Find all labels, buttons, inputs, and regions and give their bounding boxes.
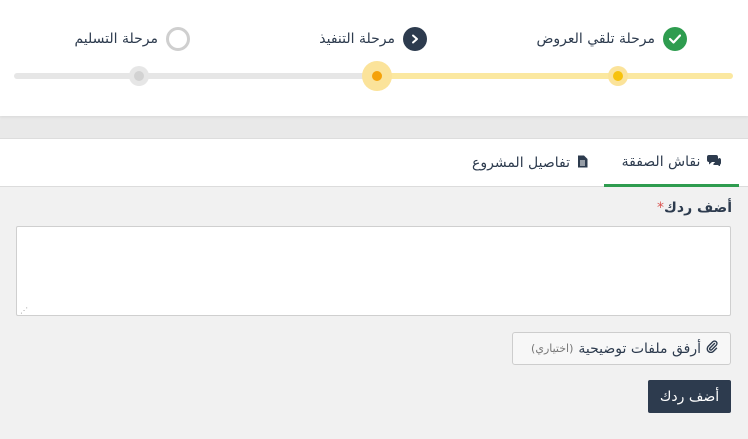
step-execution: مرحلة التنفيذ [319, 27, 427, 51]
step-offers-label: مرحلة تلقي العروض [536, 31, 655, 47]
project-stage-stepper: مرحلة تلقي العروض مرحلة التنفيذ مرحلة ال… [0, 0, 748, 116]
tab-deal-discussion[interactable]: نقاش الصفقة [604, 139, 739, 187]
required-mark: * [657, 200, 665, 216]
tab-project-details[interactable]: تفاصيل المشروع [465, 139, 595, 187]
reply-field-label: أضف ردك* [657, 200, 732, 216]
step-offers: مرحلة تلقي العروض [536, 27, 687, 51]
progress-track-completed [377, 73, 733, 79]
chevron-left-icon [403, 27, 427, 51]
reply-label-text: أضف ردك [664, 200, 732, 216]
attach-optional-hint: (اختياري) [531, 342, 574, 355]
step-delivery: مرحلة التسليم [74, 27, 190, 51]
attach-files-label: أرفق ملفات توضيحية [578, 340, 701, 357]
step-delivery-label: مرحلة التسليم [74, 31, 158, 47]
deal-panel: نقاش الصفقة تفاصيل المشروع أضف ردك* ⋰ أر… [0, 138, 748, 439]
step-execution-label: مرحلة التنفيذ [319, 31, 395, 47]
tabs-bar: نقاش الصفقة تفاصيل المشروع [0, 139, 748, 187]
reply-textarea[interactable] [16, 226, 731, 316]
progress-node-execution [362, 61, 392, 91]
tab-project-details-label: تفاصيل المشروع [472, 155, 570, 171]
attach-files-button[interactable]: أرفق ملفات توضيحية (اختياري) [512, 332, 731, 365]
paperclip-icon [706, 340, 718, 357]
progress-track-remaining [14, 73, 377, 79]
progress-node-offers [608, 66, 628, 86]
progress-node-delivery [129, 66, 149, 86]
tab-deal-discussion-label: نقاش الصفقة [621, 153, 701, 170]
empty-circle-icon [166, 27, 190, 51]
check-icon [663, 27, 687, 51]
comments-icon [707, 154, 722, 169]
add-reply-button[interactable]: أضف ردك [648, 380, 731, 413]
file-icon [577, 155, 588, 171]
resize-grip-icon[interactable]: ⋰ [20, 306, 29, 315]
